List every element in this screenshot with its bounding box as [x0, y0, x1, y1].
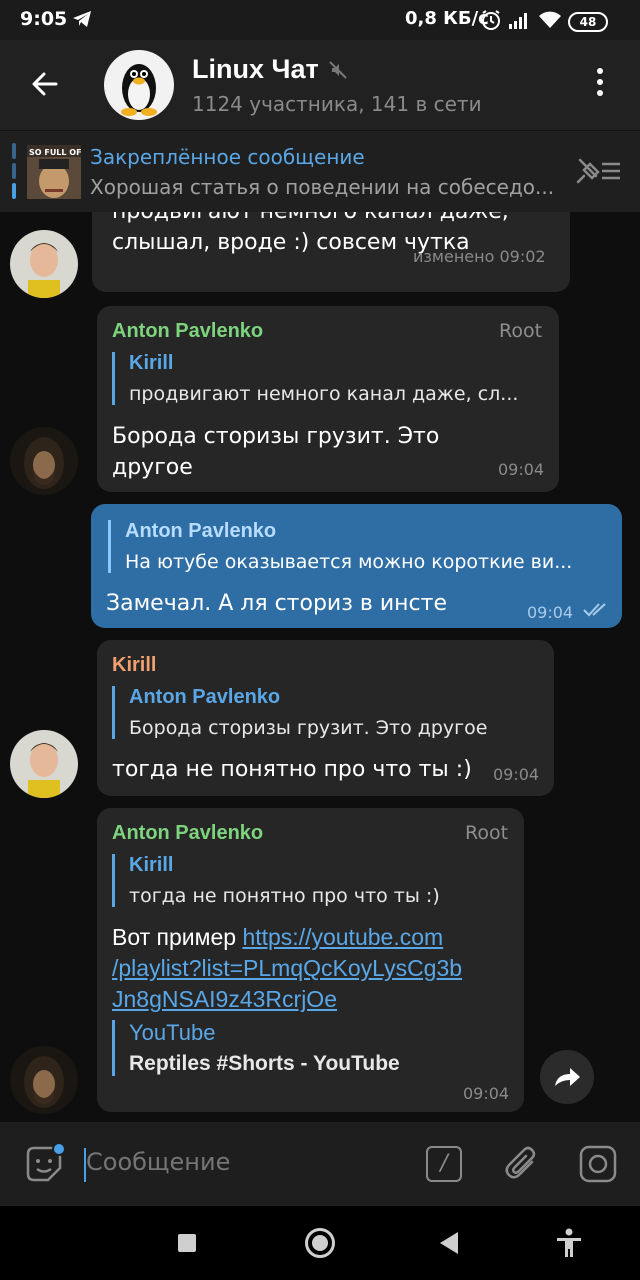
sender-name[interactable]: Anton Pavlenko: [112, 822, 263, 845]
chat-title[interactable]: Linux Чат: [192, 54, 319, 85]
avatar-anton[interactable]: [10, 427, 78, 495]
message-list[interactable]: продвигают немного канал даже, слышал, в…: [0, 212, 640, 1122]
message-input-bar: /: [0, 1122, 640, 1206]
back-button[interactable]: [26, 64, 66, 104]
muted-icon: [328, 60, 348, 84]
attach-button[interactable]: [502, 1144, 542, 1188]
android-nav-bar: [0, 1206, 640, 1280]
message-bubble[interactable]: продвигают немного канал даже, слышал, в…: [92, 212, 570, 292]
status-time: 9:05: [20, 8, 68, 30]
message-input[interactable]: [86, 1148, 386, 1176]
status-icons: 48: [480, 9, 608, 35]
battery-indicator: 48: [568, 12, 608, 32]
camera-icon: [579, 1145, 617, 1183]
tux-penguin-icon: [121, 64, 157, 116]
message-time: изменено 09:02: [413, 247, 546, 266]
message-time: 09:04: [493, 765, 540, 784]
message-text-prefix: Вот пример: [112, 924, 237, 950]
reply-text: На ютубе оказывается можно короткие ви..…: [125, 551, 573, 573]
message-text: тогда не понятно про что ты :): [112, 757, 472, 782]
alarm-icon: [480, 9, 502, 35]
avatar-kirill[interactable]: [10, 730, 78, 798]
arrow-left-icon: [32, 72, 58, 96]
status-bar: 9:05 0,8 КБ/с 48: [0, 0, 640, 40]
message-bubble[interactable]: Anton Pavlenko Root Kirill тогда не поня…: [97, 808, 524, 1112]
reply-author: Anton Pavlenko: [125, 520, 277, 542]
sender-name[interactable]: Anton Pavlenko: [112, 320, 263, 343]
reply-author: Kirill: [129, 854, 174, 876]
camera-button[interactable]: [578, 1144, 618, 1188]
message-time: 09:04: [498, 460, 545, 479]
home-button[interactable]: [305, 1228, 335, 1258]
avatar-kirill[interactable]: [10, 230, 78, 298]
chat-avatar[interactable]: [104, 50, 174, 120]
reply-author: Kirill: [129, 352, 174, 374]
accessibility-icon: [557, 1228, 581, 1257]
chat-subtitle: 1124 участника, 141 в сети: [192, 92, 482, 116]
message-text: Замечал. А ля сториз в инсте: [106, 591, 447, 616]
svg-text:SO FULL OF SI: SO FULL OF SI: [29, 148, 81, 157]
link-preview[interactable]: YouTube Reptiles #Shorts - YouTube: [112, 1020, 507, 1076]
youtube-link-end[interactable]: Jn8gNSAI9z43RcrjOe: [112, 986, 337, 1012]
pinned-thumbnail: SO FULL OF SI: [27, 145, 81, 199]
more-options-button[interactable]: [588, 68, 612, 104]
reply-author: Anton Pavlenko: [129, 686, 281, 708]
message-bubble[interactable]: Kirill Anton Pavlenko Борода сторизы гру…: [97, 640, 554, 796]
reply-text: Борода сторизы грузит. Это другое: [129, 717, 488, 739]
message-time: 09:04: [463, 1084, 510, 1103]
bot-commands-button[interactable]: /: [426, 1146, 462, 1182]
read-checkmarks-icon: [583, 602, 611, 622]
new-sticker-indicator: [52, 1142, 66, 1156]
nav-back-button[interactable]: [440, 1232, 458, 1254]
admin-role-badge: Root: [499, 320, 543, 342]
outgoing-message-bubble[interactable]: Anton Pavlenko На ютубе оказывается можн…: [91, 504, 622, 628]
paperclip-icon: [505, 1146, 536, 1179]
message-text: Борода сторизы грузит. Это другое: [112, 424, 440, 480]
recents-button[interactable]: [178, 1234, 196, 1252]
network-speed: 0,8 КБ/с: [405, 8, 489, 29]
admin-role-badge: Root: [465, 822, 509, 844]
pinned-indicator: [12, 143, 16, 199]
unpin-icon[interactable]: [576, 156, 622, 190]
share-arrow-icon: [555, 1068, 580, 1086]
link-preview-title: Reptiles #Shorts - YouTube: [129, 1052, 400, 1075]
youtube-link[interactable]: https://youtube.com: [242, 924, 443, 950]
reply-quote[interactable]: Kirill тогда не понятно про что ты :): [112, 854, 507, 907]
sender-name[interactable]: Kirill: [112, 654, 156, 677]
message-time: 09:04: [527, 603, 574, 622]
share-button[interactable]: [540, 1050, 594, 1104]
telegram-notification-icon: [72, 10, 92, 32]
avatar-anton[interactable]: [10, 1046, 78, 1114]
youtube-link-cont[interactable]: /playlist?list=PLmqQcKoyLysCg3b: [112, 955, 462, 981]
reply-text: тогда не понятно про что ты :): [129, 885, 440, 907]
accessibility-button[interactable]: [556, 1228, 582, 1262]
pinned-message-bar[interactable]: SO FULL OF SI Закреплённое сообщение Хор…: [0, 130, 640, 212]
pinned-title: Закреплённое сообщение: [90, 145, 365, 169]
link-preview-site: YouTube: [129, 1020, 216, 1045]
chat-header: Linux Чат 1124 участника, 141 в сети: [0, 40, 640, 130]
reply-quote[interactable]: Kirill продвигают немного канал даже, сл…: [112, 352, 542, 405]
signal-icon: [508, 11, 532, 33]
wifi-icon: [538, 11, 562, 33]
message-bubble[interactable]: Anton Pavlenko Root Kirill продвигают не…: [97, 306, 559, 492]
reply-text: продвигают немного канал даже, сл...: [129, 383, 519, 405]
reply-quote[interactable]: Anton Pavlenko Борода сторизы грузит. Эт…: [112, 686, 532, 739]
reply-quote[interactable]: Anton Pavlenko На ютубе оказывается можн…: [108, 520, 608, 573]
message-text: Вот пример https://youtube.com /playlist…: [112, 922, 512, 1015]
pinned-text: Хорошая статья о поведении на собеседо..…: [90, 175, 555, 199]
